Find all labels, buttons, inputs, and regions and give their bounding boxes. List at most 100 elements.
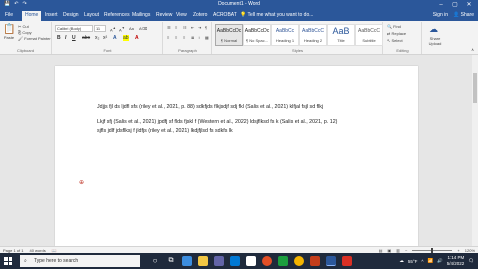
multilevel-list-icon[interactable]: ☷ (183, 25, 187, 30)
copy-button[interactable]: ⎘ Copy (18, 30, 32, 35)
strikethrough-button[interactable]: abc (82, 35, 90, 41)
highlight-icon[interactable]: ab (123, 35, 129, 41)
share-upload-group[interactable]: ☁ Share Upload (423, 22, 447, 54)
tab-insert[interactable]: Insert (45, 12, 58, 18)
text-effects-icon[interactable]: A (113, 35, 117, 41)
select-button[interactable]: ↖ Select (387, 38, 403, 43)
chevron-up-icon[interactable]: ^ (421, 259, 423, 264)
taskbar-search-box[interactable]: ⌕ Type here to search (20, 255, 140, 267)
weather-icon[interactable]: ☁ (399, 258, 404, 264)
change-case-icon[interactable]: Aa (129, 26, 134, 31)
edge-icon[interactable] (182, 256, 192, 266)
decrease-indent-icon[interactable]: ⇤ (191, 25, 194, 30)
wifi-icon[interactable]: 📶 (428, 258, 434, 264)
editing-group: 🔍 Find ⇄ Replace ↖ Select Editing (384, 22, 422, 54)
search-icon: ⌕ (24, 258, 27, 264)
cursor-icon: ↖ (387, 38, 391, 43)
cut-label: Cut (22, 24, 29, 29)
tell-me-box[interactable]: 💡 Tell me what you want to do... (240, 12, 313, 18)
sign-in-link[interactable]: Sign in (433, 12, 448, 18)
subscript-button[interactable]: x₂ (95, 35, 99, 41)
paste-button[interactable]: 📋 Paste (3, 24, 15, 40)
volume-icon[interactable]: 🔊 (437, 258, 443, 264)
share-button[interactable]: 👤 Share (453, 12, 474, 18)
tab-references[interactable]: References (104, 12, 130, 18)
maximize-button[interactable]: ▢ (448, 0, 462, 10)
zoom-slider[interactable] (412, 248, 453, 253)
style-heading-2[interactable]: AaBbCcC Heading 2 (299, 24, 327, 46)
font-group-label: Font (103, 48, 112, 53)
paragraph-1[interactable]: Jdjjs fjl ds ljdfl sfs (riley et al., 20… (97, 104, 323, 110)
grow-font-icon[interactable]: A▲ (110, 26, 116, 32)
paragraph-3[interactable]: sjfls jdlf jdsflksj f jldfjs (riley et a… (97, 128, 233, 134)
lightbulb-icon: 💡 (240, 12, 247, 18)
format-painter-button[interactable]: 🖌 Format Painter (18, 36, 51, 41)
underline-button[interactable]: U (72, 35, 76, 41)
justify-icon[interactable]: ≣ (191, 35, 194, 40)
document-area: Jdjjs fjl ds ljdfl sfs (riley et al., 20… (0, 55, 478, 246)
tab-home[interactable]: Home (22, 11, 42, 21)
align-right-icon[interactable]: ≡ (183, 35, 185, 40)
style-heading-1[interactable]: AaBbCc Heading 1 (271, 24, 299, 46)
windows-start-icon[interactable] (4, 257, 12, 265)
store-icon[interactable] (246, 256, 256, 266)
firefox-icon[interactable] (262, 256, 272, 266)
line-spacing-icon[interactable]: ↕ (198, 35, 200, 40)
paragraph-2[interactable]: Lkjf sfj (Salis et al., 2021) jpdfj sf f… (97, 119, 337, 125)
chrome-icon[interactable] (294, 256, 304, 266)
style-no-spacing[interactable]: AaBbCcDc ¶ No Spac... (243, 24, 271, 46)
excel-icon[interactable] (278, 256, 288, 266)
clock[interactable]: 1:14 PM 5/4/2022 (447, 255, 465, 267)
increase-indent-icon[interactable]: ⇥ (198, 25, 201, 30)
vertical-scrollbar[interactable] (472, 55, 478, 246)
style-subtitle[interactable]: AaBbCcC Subtitle (355, 24, 383, 46)
weather-temp[interactable]: 55°F (408, 259, 418, 264)
style-normal[interactable]: AaBbCcDc ¶ Normal (215, 24, 243, 46)
font-name-dropdown[interactable]: Calibri (Body) (55, 25, 93, 32)
mail-icon[interactable] (230, 256, 240, 266)
word-icon[interactable] (326, 256, 336, 266)
tab-acrobat[interactable]: ACROBAT (213, 12, 237, 18)
style-title[interactable]: AaB Title (327, 24, 355, 46)
clear-formatting-icon[interactable]: A⌫ (139, 26, 147, 31)
task-view-icon[interactable]: ⧉ (166, 256, 176, 266)
font-size-dropdown[interactable]: 11 (94, 25, 106, 32)
tab-zotero[interactable]: Zotero (193, 12, 207, 18)
tab-file[interactable]: File (5, 12, 13, 18)
font-color-icon[interactable]: A (135, 35, 139, 41)
acrobat-icon[interactable] (342, 256, 352, 266)
bullets-icon[interactable]: ☰ (167, 25, 171, 30)
ribbon: 📋 Paste ✂ Cut ⎘ Copy 🖌 Format Painter Cl… (0, 21, 478, 55)
tab-mailings[interactable]: Mailings (132, 12, 150, 18)
pilcrow-icon[interactable]: ¶ (205, 25, 207, 30)
style-sample: AaBbCcDc (244, 28, 270, 34)
close-button[interactable]: ✕ (462, 0, 476, 10)
tab-design[interactable]: Design (63, 12, 79, 18)
shrink-font-icon[interactable]: A▼ (119, 26, 125, 32)
align-left-icon[interactable]: ≡ (167, 35, 169, 40)
tab-layout[interactable]: Layout (84, 12, 99, 18)
powerpoint-icon[interactable] (310, 256, 320, 266)
italic-button[interactable]: I (65, 35, 66, 41)
minimize-button[interactable]: – (434, 0, 448, 10)
collapse-ribbon-icon[interactable]: ∧ (471, 47, 474, 52)
notifications-icon[interactable]: 🗨 (468, 258, 474, 264)
find-button[interactable]: 🔍 Find (387, 24, 401, 29)
replace-button[interactable]: ⇄ Replace (387, 31, 406, 36)
document-page[interactable]: Jdjjs fjl ds ljdfl sfs (riley et al., 20… (55, 66, 418, 246)
scrollbar-thumb[interactable] (473, 73, 477, 103)
format-painter-label: Format Painter (24, 36, 51, 41)
file-explorer-icon[interactable] (198, 256, 208, 266)
share-upload-label: Share Upload (428, 36, 442, 46)
tab-view[interactable]: View (176, 12, 187, 18)
style-name: ¶ No Spac... (246, 38, 268, 43)
tab-review[interactable]: Review (156, 12, 172, 18)
shading-icon[interactable]: ▦ (205, 35, 209, 40)
align-center-icon[interactable]: ≡ (175, 35, 177, 40)
teams-icon[interactable] (214, 256, 224, 266)
cortana-icon[interactable]: ○ (150, 256, 160, 266)
superscript-button[interactable]: x² (103, 35, 107, 41)
numbering-icon[interactable]: ≡ (175, 25, 177, 30)
bold-button[interactable]: B (57, 35, 61, 41)
cut-button[interactable]: ✂ Cut (18, 24, 29, 29)
